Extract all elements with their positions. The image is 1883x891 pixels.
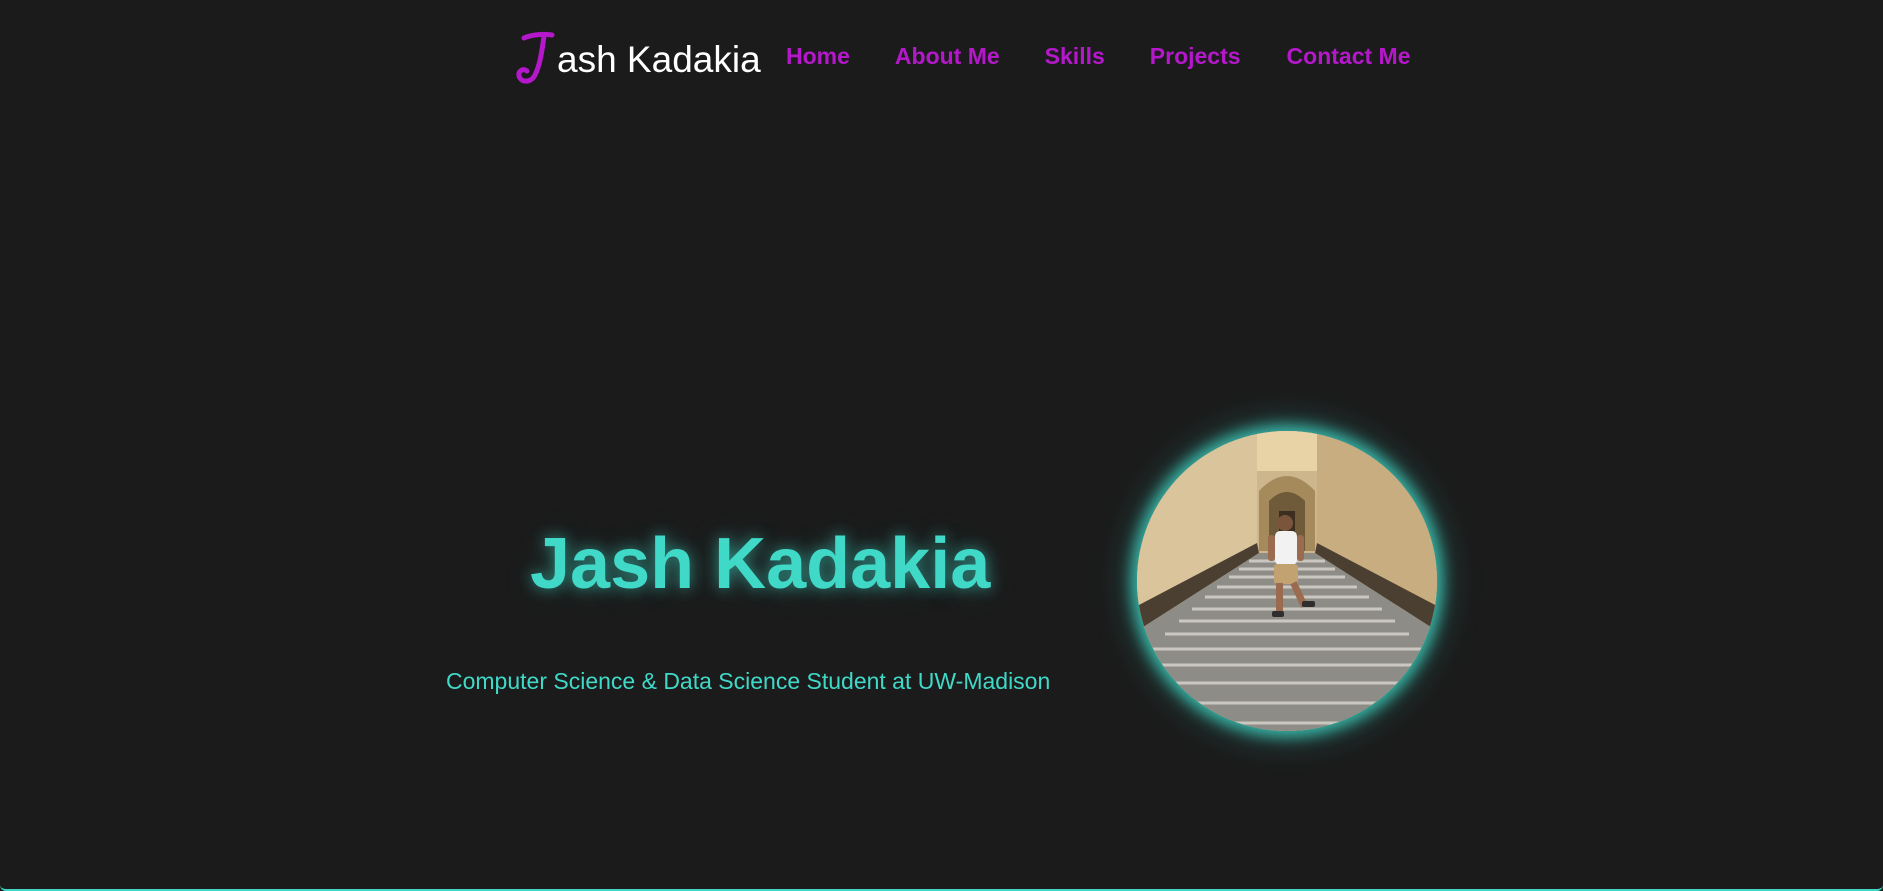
profile-photo <box>1137 431 1437 731</box>
nav-contact-me[interactable]: Contact Me <box>1287 43 1411 70</box>
logo-j-icon <box>515 31 555 85</box>
profile-photo-illustration <box>1137 431 1437 731</box>
nav-home[interactable]: Home <box>786 43 850 70</box>
logo-text: ash Kadakia <box>557 38 761 80</box>
site-header: ash Kadakia Home About Me Skills Project… <box>0 0 1883 114</box>
logo-link[interactable]: ash Kadakia <box>515 30 761 86</box>
hero-subtitle: Computer Science & Data Science Student … <box>446 668 1051 694</box>
page: ash Kadakia Home About Me Skills Project… <box>0 0 1883 891</box>
hero-title: Jash Kadakia <box>530 524 991 604</box>
nav-skills[interactable]: Skills <box>1045 43 1105 70</box>
main-nav: Home About Me Skills Projects Contact Me <box>786 43 1411 70</box>
nav-about-me[interactable]: About Me <box>895 43 1000 70</box>
nav-projects[interactable]: Projects <box>1150 43 1241 70</box>
